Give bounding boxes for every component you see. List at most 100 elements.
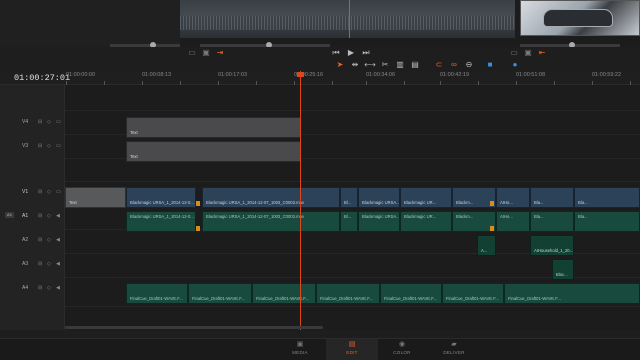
track-label: A3 bbox=[22, 261, 29, 267]
timeline-clip[interactable]: AtHousehold_1_20... bbox=[530, 235, 574, 256]
blade-tool-icon[interactable]: ✂ bbox=[378, 59, 392, 71]
timeline-clip[interactable]: Blackmagic UR... bbox=[400, 187, 452, 208]
overwrite-icon[interactable]: ⇤ bbox=[536, 47, 548, 59]
edit-icon: ▤ bbox=[348, 341, 356, 348]
lock-icon[interactable]: ⊟ bbox=[38, 253, 42, 275]
timeline-clip[interactable]: Text bbox=[126, 117, 301, 138]
track-visibility-icon[interactable]: ▭ bbox=[56, 181, 61, 203]
flag-icon[interactable]: ■ bbox=[483, 59, 497, 71]
play-icon[interactable]: ▶ bbox=[345, 47, 357, 59]
timeline-clip[interactable]: Blackmagic URSA... bbox=[358, 211, 400, 232]
timeline-clip[interactable]: Bl... bbox=[340, 187, 358, 208]
track-header-a1[interactable]: A1 A1 ⊟ ◇ ◀ bbox=[0, 205, 65, 227]
timeline-clip[interactable]: FinalCue_Draft01-WAVE.F... bbox=[126, 283, 188, 304]
auto-select-icon[interactable]: ◇ bbox=[47, 205, 51, 227]
clip-marker[interactable] bbox=[196, 201, 200, 206]
viewer-playhead[interactable] bbox=[349, 0, 350, 38]
auto-select-icon[interactable]: ◇ bbox=[47, 277, 51, 299]
lock-icon[interactable]: ⊟ bbox=[38, 205, 42, 227]
selection-tool-icon[interactable]: ➤ bbox=[333, 59, 347, 71]
timeline-clip[interactable]: Blackmagic URSA_1_2014-12-0... bbox=[126, 187, 196, 208]
skip-forward-icon[interactable]: ⏭ bbox=[360, 47, 372, 59]
match-frame-icon[interactable]: ▣ bbox=[200, 47, 212, 59]
timeline-clip[interactable]: FinalCue_Draft01-WAVE.F... bbox=[380, 283, 442, 304]
timeline-viewer[interactable] bbox=[180, 0, 515, 38]
timeline-clip[interactable]: Blackmagic URSA_1_2014-12-07_1003_C0003.… bbox=[202, 211, 340, 232]
clip-label: Bl... bbox=[344, 200, 352, 205]
track-visibility-icon[interactable]: ▭ bbox=[56, 111, 61, 133]
lock-icon[interactable]: ⊟ bbox=[38, 229, 42, 251]
tab-media[interactable]: ▣ MEDIA bbox=[274, 339, 326, 360]
timeline-clip[interactable]: Bla... bbox=[530, 187, 574, 208]
timeline-clip[interactable]: Text bbox=[65, 187, 126, 208]
speaker-icon[interactable]: ◀ bbox=[56, 229, 60, 251]
clip-label: Text bbox=[130, 154, 138, 159]
clip-marker[interactable] bbox=[196, 226, 200, 231]
clip-label: Blackm... bbox=[456, 200, 474, 205]
timeline-clip[interactable]: Blackmagic URSA... bbox=[358, 187, 400, 208]
timeline-clip[interactable]: Bla... bbox=[574, 187, 640, 208]
timeline-clip[interactable]: Blackmagic URSA_1_2014-12-0... bbox=[126, 211, 196, 232]
playhead-handle[interactable] bbox=[297, 72, 304, 77]
timeline-clip[interactable]: FinalCue_Draft01-WAVE.F... bbox=[504, 283, 640, 304]
source-viewer[interactable] bbox=[0, 0, 180, 47]
timeline-scrollbar[interactable] bbox=[65, 326, 323, 329]
track-header-v1[interactable]: V1 ⊟ ◇ ▭ bbox=[0, 181, 65, 203]
linked-selection-icon[interactable]: ∞ bbox=[447, 59, 461, 71]
clip-marker[interactable] bbox=[490, 226, 494, 231]
clip-label: AtHo... bbox=[500, 200, 513, 205]
speaker-icon[interactable]: ◀ bbox=[56, 277, 60, 299]
trim-tool-icon[interactable]: ⇹ bbox=[348, 59, 362, 71]
lock-icon[interactable]: ⊟ bbox=[38, 277, 42, 299]
timeline-clip[interactable]: Blackmagic UR... bbox=[400, 211, 452, 232]
speaker-icon[interactable]: ◀ bbox=[56, 205, 60, 227]
timeline-clip[interactable]: Bla... bbox=[530, 211, 574, 232]
timeline-clip[interactable]: Bl... bbox=[340, 211, 358, 232]
track-visibility-icon[interactable]: ▭ bbox=[56, 135, 61, 157]
dynamic-trim-icon[interactable]: ⟷ bbox=[363, 59, 377, 71]
marker-icon[interactable]: ● bbox=[508, 59, 522, 71]
track-header-v4[interactable]: V4 ⊟ ◇ ▭ bbox=[0, 111, 65, 133]
tab-color[interactable]: ◉ COLOR bbox=[376, 339, 428, 360]
timeline-clip[interactable]: Blackmagic URSA_1_2014-12-07_1003_C0003.… bbox=[202, 187, 340, 208]
lock-icon[interactable]: ⊟ bbox=[38, 181, 42, 203]
auto-select-icon[interactable]: ◇ bbox=[47, 253, 51, 275]
clip-marker[interactable] bbox=[490, 201, 494, 206]
insert-icon[interactable]: ⇥ bbox=[214, 47, 226, 59]
timeline-clip[interactable]: Text bbox=[126, 141, 301, 162]
auto-select-icon[interactable]: ◇ bbox=[47, 181, 51, 203]
auto-select-icon[interactable]: ◇ bbox=[47, 229, 51, 251]
snapping-icon[interactable]: ⊂ bbox=[432, 59, 446, 71]
lock-icon[interactable]: ⊟ bbox=[38, 135, 42, 157]
track-header-a4[interactable]: A4 ⊟ ◇ ◀ bbox=[0, 277, 65, 299]
timeline-clip[interactable]: FinalCue_Draft01-WAVE.F... bbox=[316, 283, 380, 304]
timeline-clip[interactable]: A... bbox=[477, 235, 496, 256]
overwrite-clip-icon[interactable]: ▤ bbox=[408, 59, 422, 71]
link-icon[interactable]: ⊖ bbox=[462, 59, 476, 71]
tab-edit[interactable]: ▤ EDIT bbox=[326, 339, 378, 360]
loop-icon[interactable]: ▭ bbox=[508, 47, 520, 59]
timeline-clip[interactable]: FinalCue_Draft01-WAVE.F... bbox=[252, 283, 316, 304]
tab-deliver[interactable]: ▰ DELIVER bbox=[428, 339, 480, 360]
replace-icon[interactable]: ▣ bbox=[522, 47, 534, 59]
insert-clip-icon[interactable]: ▥ bbox=[393, 59, 407, 71]
track-header-a3[interactable]: A3 ⊟ ◇ ◀ bbox=[0, 253, 65, 275]
source-patch-a1[interactable]: A1 bbox=[5, 212, 14, 218]
timeline-clip[interactable]: AtHo... bbox=[496, 187, 530, 208]
auto-select-icon[interactable]: ◇ bbox=[47, 135, 51, 157]
timeline-clip[interactable]: FinalCue_Draft01-WAVE.F... bbox=[188, 283, 252, 304]
auto-select-icon[interactable]: ◇ bbox=[47, 111, 51, 133]
lock-icon[interactable]: ⊟ bbox=[38, 111, 42, 133]
timeline-clip[interactable]: Bla... bbox=[574, 211, 640, 232]
speaker-icon[interactable]: ◀ bbox=[56, 253, 60, 275]
skip-back-icon[interactable]: ⏮ bbox=[330, 47, 342, 59]
timeline-clip[interactable]: FinalCue_Draft01-WAVE.F... bbox=[442, 283, 504, 304]
timeline-clip[interactable]: Bloc... bbox=[552, 259, 574, 280]
playhead[interactable] bbox=[300, 71, 301, 330]
track-header-a2[interactable]: A2 ⊟ ◇ ◀ bbox=[0, 229, 65, 251]
timeline-clip[interactable]: AtHo... bbox=[496, 211, 530, 232]
tab-label: COLOR bbox=[393, 350, 411, 355]
track-header-v3[interactable]: V3 ⊟ ◇ ▭ bbox=[0, 135, 65, 157]
page-navigation: ▣ MEDIA ▤ EDIT ◉ COLOR ▰ DELIVER bbox=[0, 338, 640, 360]
mark-in-icon[interactable]: ▭ bbox=[186, 47, 198, 59]
